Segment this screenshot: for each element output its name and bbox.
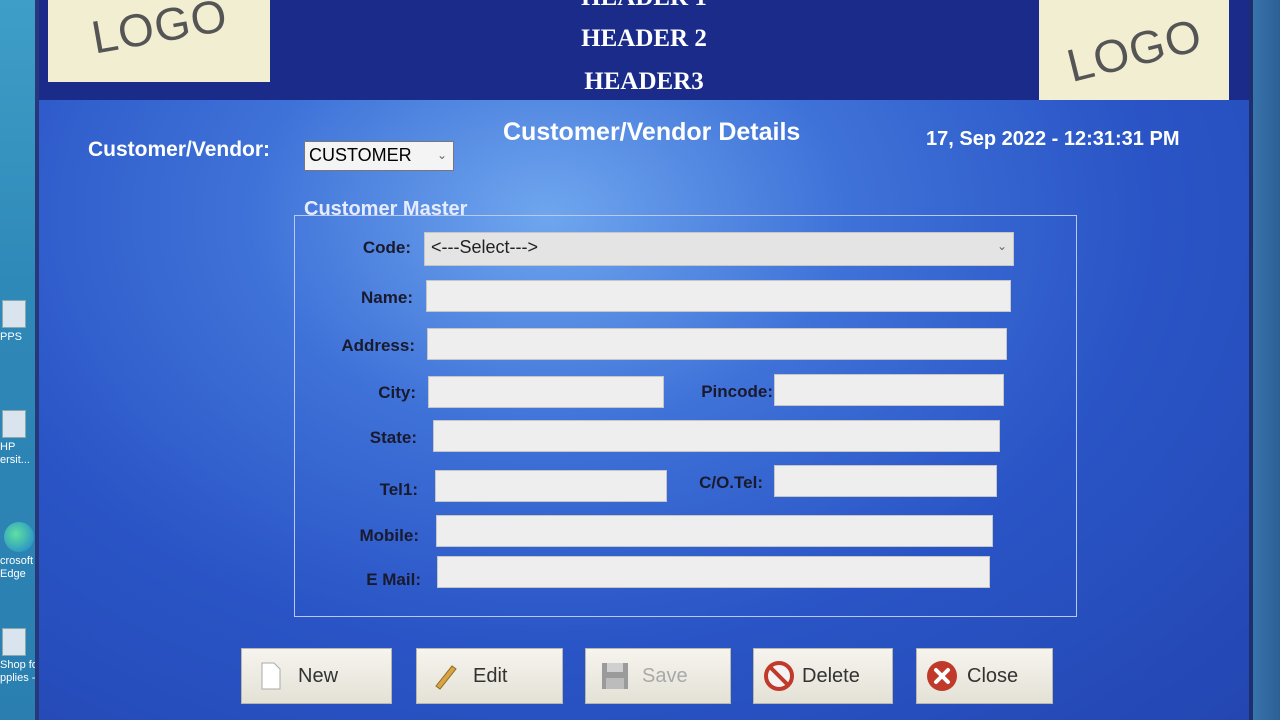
app-icon <box>2 300 26 328</box>
new-button[interactable]: New <box>241 648 392 704</box>
edge-icon <box>4 522 34 552</box>
delete-button-label: Delete <box>802 664 860 687</box>
printer-icon <box>2 628 26 656</box>
email-label: E Mail: <box>366 570 421 589</box>
logo-right-text: LOGO <box>1061 8 1207 92</box>
customer-vendor-select-value: CUSTOMER <box>309 145 412 165</box>
code-label: Code: <box>362 238 411 257</box>
desktop-shortcut-label: HP ersit... <box>0 441 30 466</box>
address-input[interactable] <box>427 328 1007 360</box>
code-combobox-value: <---Select---> <box>431 237 539 257</box>
mobile-label: Mobile: <box>359 526 420 545</box>
email-input[interactable] <box>437 556 990 588</box>
desktop-shortcut-label: PPS <box>0 331 23 343</box>
tel1-input[interactable] <box>435 470 667 502</box>
customer-vendor-window: HEADER 1 HEADER 2 HEADER3 LOGO LOGO Cust… <box>35 0 1253 720</box>
edit-button[interactable]: Edit <box>416 648 563 704</box>
address-label: Address: <box>341 336 415 355</box>
chevron-down-icon: ⌄ <box>996 239 1007 253</box>
customer-master-legend: Customer Master <box>304 198 468 220</box>
pencil-icon <box>429 659 463 693</box>
cotel-input[interactable] <box>774 465 997 497</box>
pincode-input[interactable] <box>774 374 1004 406</box>
delete-icon <box>762 659 796 693</box>
logo-right: LOGO <box>1039 0 1229 100</box>
customer-vendor-select[interactable]: CUSTOMER ⌄ <box>304 141 454 171</box>
floppy-disk-icon <box>598 659 632 693</box>
pincode-label: Pincode: <box>701 382 773 401</box>
save-button-label: Save <box>642 664 688 687</box>
mobile-input[interactable] <box>436 515 993 547</box>
close-icon <box>925 659 959 693</box>
logo-left-text: LOGO <box>87 0 231 64</box>
edit-button-label: Edit <box>473 664 508 687</box>
customer-vendor-label: Customer/Vendor: <box>88 138 271 161</box>
code-combobox[interactable]: <---Select---> ⌄ <box>424 232 1014 266</box>
save-button[interactable]: Save <box>585 648 731 704</box>
close-button-label: Close <box>967 664 1019 687</box>
datetime-display: 17, Sep 2022 - 12:31:31 PM <box>926 128 1180 150</box>
tel1-label: Tel1: <box>379 480 418 499</box>
printer-icon <box>2 410 26 438</box>
city-label: City: <box>378 383 416 402</box>
close-button[interactable]: Close <box>916 648 1053 704</box>
new-button-label: New <box>298 664 339 687</box>
state-label: State: <box>369 428 417 447</box>
desktop-shortcut-label: crosoft Edge <box>0 555 34 580</box>
state-input[interactable] <box>433 420 1000 452</box>
name-label: Name: <box>361 288 413 307</box>
cotel-label: C/O.Tel: <box>699 473 763 492</box>
form-title: Customer/Vendor Details <box>503 118 801 146</box>
logo-left: LOGO <box>48 0 270 82</box>
chevron-down-icon: ⌄ <box>436 148 447 162</box>
delete-button[interactable]: Delete <box>753 648 893 704</box>
name-input[interactable] <box>426 280 1011 312</box>
new-document-icon <box>254 659 288 693</box>
city-input[interactable] <box>428 376 664 408</box>
